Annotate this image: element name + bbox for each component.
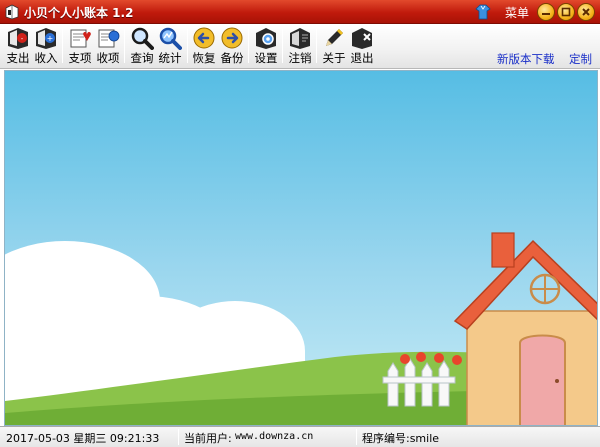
status-separator	[356, 429, 357, 445]
toolbar-separator	[282, 29, 283, 63]
income-items-label: 收项	[96, 51, 120, 65]
settings-label: 设置	[254, 51, 278, 65]
expense-items-button[interactable]: 支项	[66, 26, 94, 67]
backup-label: 备份	[220, 51, 244, 65]
status-user-label: 当前用户:	[184, 432, 232, 445]
income-label: 收入	[34, 51, 58, 65]
restore-button[interactable]: 恢复	[190, 26, 218, 67]
svg-text:+: +	[47, 34, 54, 43]
toolbar-separator	[124, 29, 125, 63]
income-items-icon	[98, 29, 120, 48]
toolbar-separator	[248, 29, 249, 63]
toolbar-separator	[62, 29, 63, 63]
settings-icon	[256, 28, 276, 49]
status-user-value: www.downza.cn	[235, 431, 314, 442]
status-datetime: 2017-05-03 星期三 09:21:33	[6, 432, 160, 445]
close-button[interactable]	[577, 3, 595, 21]
status-separator	[178, 429, 179, 445]
logout-book-icon	[290, 28, 310, 49]
stats-label: 统计	[158, 51, 182, 65]
expense-book-icon: -	[8, 28, 28, 49]
exit-book-icon	[352, 28, 372, 49]
close-icon	[582, 8, 590, 16]
menu-shirt-icon[interactable]	[475, 4, 491, 20]
left-arrow-icon	[193, 27, 215, 49]
settings-button[interactable]: 设置	[252, 26, 280, 67]
window-title: 小贝个人小账本 1.2	[24, 6, 134, 20]
app-logo-icon	[5, 4, 19, 20]
income-book-icon: +	[36, 28, 56, 49]
minimize-button[interactable]	[537, 3, 555, 21]
magnifier-icon	[131, 27, 154, 50]
title-bar: 小贝个人小账本 1.2 菜单	[0, 0, 600, 24]
pen-icon	[326, 29, 343, 46]
maximize-icon	[561, 7, 571, 17]
income-items-button[interactable]: 收项	[94, 26, 122, 67]
new-version-download-link[interactable]: 新版本下载	[497, 51, 555, 67]
customize-link[interactable]: 定制	[569, 51, 592, 67]
expense-items-icon	[70, 29, 91, 48]
stats-magnifier-icon	[159, 27, 182, 50]
status-bar: 2017-05-03 星期三 09:21:33 当前用户: www.downza…	[0, 426, 600, 447]
exit-button[interactable]: 退出	[348, 26, 376, 67]
main-panel	[4, 70, 598, 426]
expense-button[interactable]: - 支出	[4, 26, 32, 67]
maximize-button[interactable]	[557, 3, 575, 21]
background-illustration	[5, 71, 597, 425]
backup-button[interactable]: 备份	[218, 26, 246, 67]
income-button[interactable]: + 收入	[32, 26, 60, 67]
menu-button[interactable]: 菜单	[505, 4, 529, 21]
query-button[interactable]: 查询	[128, 26, 156, 67]
toolbar-separator	[316, 29, 317, 63]
status-program-id: 程序编号:smile	[362, 432, 440, 445]
logout-button[interactable]: 注销	[286, 26, 314, 67]
minimize-icon	[542, 13, 550, 15]
stats-button[interactable]: 统计	[156, 26, 184, 67]
toolbar: - 支出 + 收入 支项 收项 查询 统计 恢复 备份 设置 注销 关于 退出 …	[0, 25, 600, 69]
right-arrow-icon	[221, 27, 243, 49]
exit-label: 退出	[350, 51, 374, 65]
logout-label: 注销	[288, 51, 312, 65]
about-button[interactable]: 关于	[320, 26, 348, 67]
